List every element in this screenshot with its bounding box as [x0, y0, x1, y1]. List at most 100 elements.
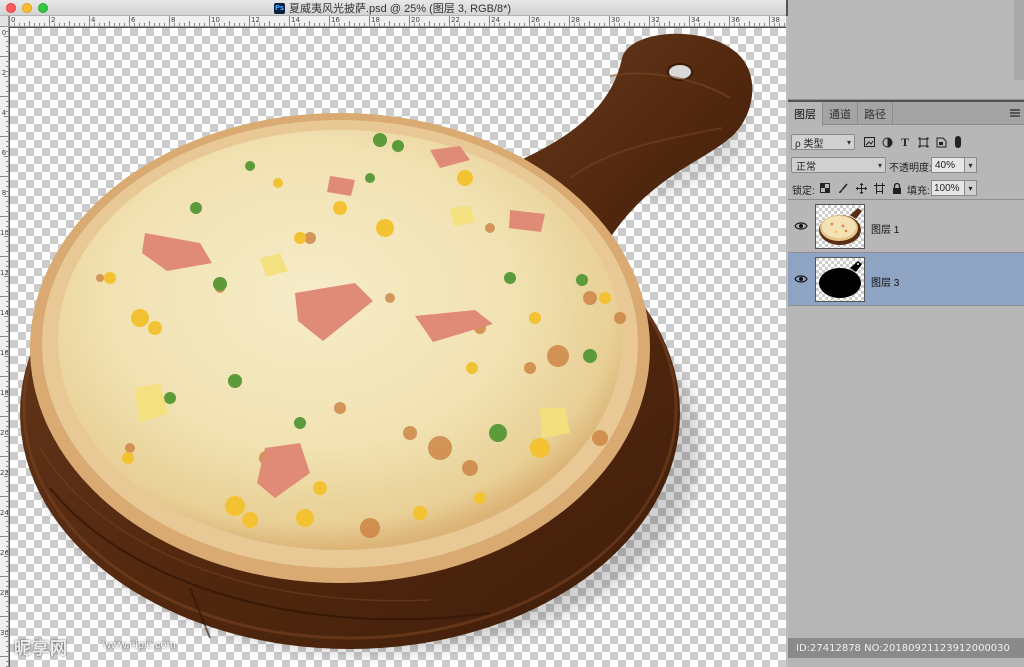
ruler-tick: [674, 23, 675, 26]
ruler-label: 28: [0, 589, 9, 597]
ruler-tick: [289, 16, 290, 26]
ruler-tick: [634, 23, 635, 26]
ruler-tick: [0, 536, 8, 537]
tab-channels[interactable]: 通道: [823, 102, 858, 125]
ruler-tick: [544, 23, 545, 26]
ruler-tick: [744, 23, 745, 26]
image-icon[interactable]: [863, 136, 875, 148]
ruler-tick: [6, 251, 8, 252]
vertical-ruler[interactable]: 02468101214161820222426283032: [0, 16, 9, 667]
zoom-window-button[interactable]: [38, 3, 48, 13]
ruler-tick: [6, 466, 8, 467]
ruler-tick: [424, 23, 425, 26]
minimize-window-button[interactable]: [22, 3, 32, 13]
ruler-tick: [6, 566, 8, 567]
opacity-label: 不透明度:: [889, 163, 932, 174]
close-window-button[interactable]: [6, 3, 16, 13]
ruler-tick: [119, 23, 120, 26]
ruler-tick: [504, 23, 505, 26]
ruler-tick: [569, 16, 570, 26]
ruler-tick: [784, 23, 785, 26]
ruler-label: 8: [1, 189, 7, 197]
ruler-tick: [264, 23, 265, 26]
type-icon[interactable]: T: [899, 135, 911, 149]
ruler-label: 6: [1, 149, 7, 157]
ruler-tick: [364, 23, 365, 26]
ruler-tick: [679, 23, 680, 26]
panel-scroll-strip[interactable]: [1014, 0, 1024, 80]
lock-all-icon[interactable]: [891, 182, 903, 194]
ruler-tick: [469, 21, 470, 26]
ruler-tick: [104, 23, 105, 26]
lock-move-icon[interactable]: [855, 182, 867, 194]
ruler-tick: [6, 571, 8, 572]
fill-dropdown-button[interactable]: ▾: [965, 180, 977, 196]
ruler-tick: [6, 401, 8, 402]
ruler-tick: [409, 16, 410, 26]
blend-mode-select[interactable]: 正常 ▾: [791, 157, 886, 173]
tab-paths[interactable]: 路径: [858, 102, 893, 125]
ruler-tick: [6, 146, 8, 147]
adjustment-icon[interactable]: [881, 136, 893, 148]
fill-input[interactable]: 100%: [931, 180, 965, 196]
layer-row-3[interactable]: 图层 3: [788, 253, 1024, 306]
ruler-tick: [154, 23, 155, 26]
ruler-tick: [194, 23, 195, 26]
ruler-tick: [179, 23, 180, 26]
layer-name[interactable]: 图层 3: [871, 274, 899, 289]
ruler-tick: [649, 16, 650, 26]
shape-icon[interactable]: [917, 136, 929, 148]
ruler-tick: [6, 361, 8, 362]
lock-artboard-icon[interactable]: [873, 182, 885, 194]
visibility-eye-icon[interactable]: [794, 273, 808, 285]
ruler-tick: [604, 23, 605, 26]
ruler-tick: [6, 441, 8, 442]
layer-row-1[interactable]: 图层 1: [788, 200, 1024, 253]
opacity-dropdown-button[interactable]: ▾: [965, 157, 977, 173]
lock-transparent-icon[interactable]: [819, 182, 831, 194]
visibility-eye-icon[interactable]: [794, 220, 808, 232]
ruler-origin[interactable]: [0, 16, 9, 27]
ruler-tick: [384, 23, 385, 26]
ruler-tick: [6, 106, 8, 107]
ruler-tick: [434, 23, 435, 26]
ruler-tick: [609, 16, 610, 26]
ruler-tick: [59, 23, 60, 26]
ruler-label: 34: [691, 16, 700, 24]
smart-object-icon[interactable]: [935, 136, 947, 148]
ruler-tick: [189, 21, 190, 26]
ruler-tick: [69, 21, 70, 26]
lock-paint-icon[interactable]: [837, 182, 849, 194]
ruler-label: 26: [531, 16, 540, 24]
ruler-tick: [234, 23, 235, 26]
filter-toggle-switch[interactable]: [955, 136, 961, 148]
ruler-tick: [6, 226, 8, 227]
ruler-tick: [6, 486, 8, 487]
document-canvas[interactable]: [10, 28, 786, 667]
ruler-label: 2: [51, 16, 56, 24]
tab-layers[interactable]: 图层: [788, 102, 823, 126]
ruler-label: 4: [91, 16, 96, 24]
ruler-tick: [0, 56, 8, 57]
ruler-tick: [6, 641, 8, 642]
ruler-tick: [6, 501, 8, 502]
layer-name[interactable]: 图层 1: [871, 221, 899, 236]
ruler-tick: [0, 416, 8, 417]
ruler-label: 30: [0, 629, 9, 637]
ruler-tick: [319, 23, 320, 26]
ruler-tick: [304, 23, 305, 26]
ruler-tick: [39, 23, 40, 26]
ruler-tick: [549, 21, 550, 26]
panel-menu-icon[interactable]: [1010, 109, 1020, 117]
ruler-tick: [529, 16, 530, 26]
fill-label: 填充:: [907, 186, 930, 197]
ruler-tick: [6, 246, 8, 247]
opacity-input[interactable]: 40%: [931, 157, 965, 173]
ruler-tick: [6, 181, 8, 182]
layer-kind-filter[interactable]: ρ 类型 ▾: [791, 134, 855, 150]
horizontal-ruler[interactable]: 0 2 4 6 8 10 12 14 16 18 20 22 24 26 28 30 32 34 36 38: [9, 16, 786, 27]
ruler-tick: [0, 576, 8, 577]
ruler-tick: [449, 16, 450, 26]
lock-icons: [819, 180, 903, 196]
ruler-label: 18: [371, 16, 380, 24]
